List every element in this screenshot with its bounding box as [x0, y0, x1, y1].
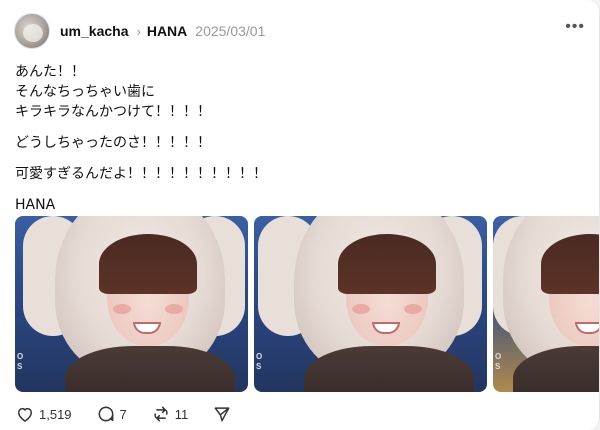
- post-date: 2025/03/01: [195, 23, 266, 39]
- decor: [352, 304, 370, 314]
- media-carousel[interactable]: O S O S O S: [15, 216, 599, 392]
- decor: [338, 234, 436, 294]
- decor: [99, 234, 197, 294]
- post-paragraph: どうしちゃったのさ！！！！！: [15, 135, 211, 151]
- watermark-text: O S: [17, 352, 24, 371]
- decor: [404, 304, 422, 314]
- watermark-text: O S: [256, 352, 263, 371]
- post-body: あんた！！ そんなちっちゃい歯に キラキラなんかつけて！！！！ どうしちゃったの…: [15, 62, 575, 226]
- post-paragraph: HANA: [15, 197, 56, 213]
- more-icon[interactable]: •••: [565, 19, 585, 35]
- post-paragraph: 可愛すぎるんだよ！！！！！！！！！！: [15, 166, 267, 182]
- media-image[interactable]: O S: [493, 216, 599, 392]
- comment-icon: [98, 406, 113, 422]
- heart-icon: [18, 407, 32, 422]
- send-icon: [214, 407, 230, 422]
- reply-count: 7: [119, 406, 127, 422]
- decor: [165, 304, 183, 314]
- chevron-right-icon: ›: [136, 23, 141, 39]
- topic-tag[interactable]: HANA: [147, 23, 187, 39]
- decor: [65, 346, 235, 392]
- repost-icon: [154, 406, 168, 422]
- author-username[interactable]: um_kacha: [60, 23, 128, 39]
- action-bar: 1,519 7 11: [15, 404, 260, 424]
- repost-count: 11: [174, 406, 189, 422]
- repost-button[interactable]: 11: [151, 404, 189, 424]
- post-header: um_kacha › HANA 2025/03/01 •••: [14, 13, 585, 49]
- reply-button[interactable]: 7: [96, 404, 127, 424]
- share-button[interactable]: [212, 404, 236, 424]
- watermark-text: O S: [495, 352, 502, 371]
- decor: [304, 346, 474, 392]
- like-count: 1,519: [39, 406, 72, 422]
- like-button[interactable]: 1,519: [15, 404, 72, 424]
- post-paragraph: あんた！！ そんなちっちゃい歯に キラキラなんかつけて！！！！: [15, 64, 211, 120]
- post-card: um_kacha › HANA 2025/03/01 ••• あんた！！ そんな…: [0, 0, 600, 430]
- avatar[interactable]: [14, 13, 50, 49]
- decor: [113, 304, 131, 314]
- media-image[interactable]: O S: [254, 216, 487, 392]
- media-image[interactable]: O S: [15, 216, 248, 392]
